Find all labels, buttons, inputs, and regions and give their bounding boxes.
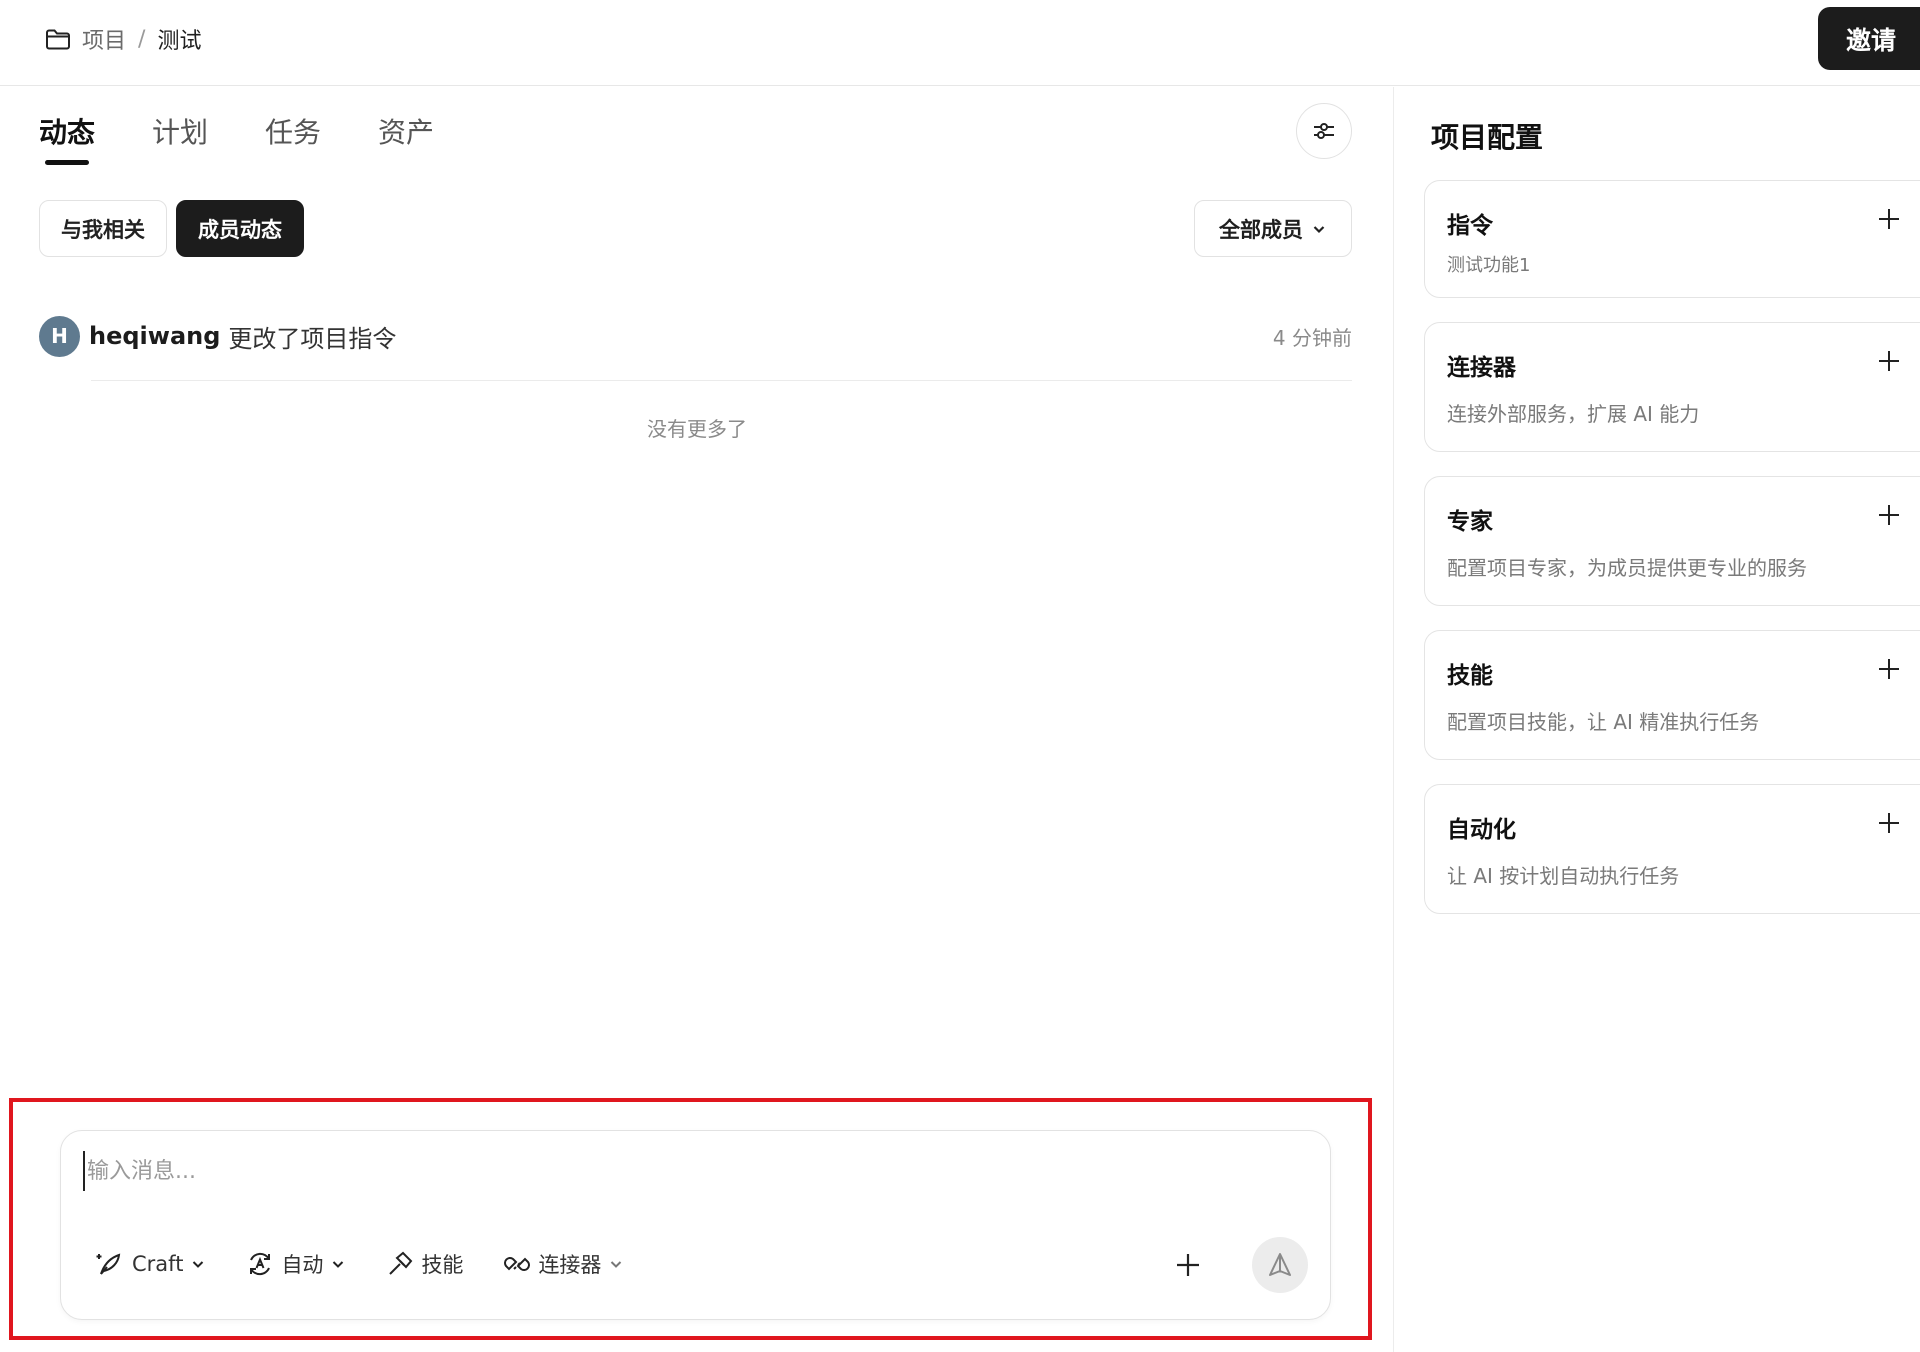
plus-icon[interactable]	[1877, 811, 1901, 835]
breadcrumb-separator: /	[138, 26, 146, 52]
chevron-down-icon	[333, 1261, 344, 1268]
tab-plan[interactable]: 计划	[152, 113, 208, 165]
plus-icon[interactable]	[1877, 349, 1901, 373]
feed-divider	[91, 380, 1352, 381]
feed-end-text: 没有更多了	[647, 417, 747, 441]
skills-label: 技能	[421, 1253, 464, 1277]
chevron-down-icon	[611, 1261, 622, 1268]
card-title: 专家	[1447, 509, 1493, 535]
card-desc: 让 AI 按计划自动执行任务	[1447, 864, 1680, 888]
avatar[interactable]: H	[39, 315, 80, 357]
sliders-icon	[1314, 123, 1334, 139]
config-card-connectors[interactable]: 连接器 连接外部服务，扩展 AI 能力	[1424, 322, 1920, 452]
config-card-instructions[interactable]: 指令 测试功能1	[1424, 180, 1920, 298]
card-title: 技能	[1447, 663, 1493, 689]
composer-toolbar: Craft 自动 技能 连接器	[95, 1249, 664, 1279]
chip-member-activity[interactable]: 成员动态	[176, 200, 304, 257]
filter-chips: 与我相关 成员动态	[39, 200, 304, 257]
config-title: 项目配置	[1431, 121, 1544, 154]
message-input[interactable]	[83, 1151, 1183, 1191]
plug-link-icon	[504, 1257, 531, 1271]
chevron-down-icon	[1313, 225, 1325, 233]
auto-refresh-icon	[250, 1252, 271, 1276]
top-bar: 项目 / 测试 邀请	[0, 0, 1920, 86]
card-title: 指令	[1447, 213, 1493, 239]
breadcrumb-current: 测试	[157, 29, 202, 54]
member-select[interactable]: 全部成员	[1194, 200, 1352, 257]
config-card-automation[interactable]: 自动化 让 AI 按计划自动执行任务	[1424, 784, 1920, 914]
card-desc: 连接外部服务，扩展 AI 能力	[1447, 402, 1700, 426]
send-icon	[1269, 1253, 1291, 1276]
card-title: 自动化	[1447, 817, 1516, 843]
feed-action: 更改了项目指令	[228, 324, 397, 353]
message-composer: Craft 自动 技能 连接器	[60, 1130, 1331, 1320]
send-button[interactable]	[1252, 1237, 1308, 1293]
feed-time: 4 分钟前	[1272, 325, 1352, 350]
member-select-label: 全部成员	[1219, 217, 1303, 242]
breadcrumb: 项目 / 测试	[44, 22, 201, 56]
hammer-icon	[389, 1251, 413, 1275]
invite-button[interactable]: 邀请	[1818, 7, 1920, 70]
card-desc: 配置项目技能，让 AI 精准执行任务	[1447, 710, 1760, 734]
filter-settings-button[interactable]	[1296, 103, 1352, 159]
chip-related-to-me[interactable]: 与我相关	[39, 200, 167, 257]
config-card-experts[interactable]: 专家 配置项目专家，为成员提供更专业的服务	[1424, 476, 1920, 606]
plus-icon[interactable]	[1877, 657, 1901, 681]
folder-icon	[44, 25, 72, 53]
attach-button[interactable]	[1172, 1249, 1204, 1281]
mode-label: Craft	[132, 1252, 184, 1276]
plus-icon[interactable]	[1877, 207, 1901, 231]
feed-item: H heqiwang 更改了项目指令 4 分钟前	[39, 312, 1352, 360]
tab-tasks[interactable]: 任务	[265, 113, 321, 165]
tab-assets[interactable]: 资产	[378, 113, 434, 165]
quill-sparkle-icon	[96, 1253, 121, 1275]
plus-icon	[1177, 1254, 1199, 1276]
mode-select[interactable]: Craft	[95, 1249, 206, 1279]
tab-activity[interactable]: 动态	[39, 113, 95, 165]
breadcrumb-root[interactable]: 项目	[82, 23, 126, 55]
connectors-label: 连接器	[538, 1253, 602, 1277]
connectors-select[interactable]: 连接器	[503, 1249, 624, 1279]
auto-label: 自动	[281, 1253, 324, 1277]
chevron-down-icon	[193, 1261, 204, 1268]
config-card-skills[interactable]: 技能 配置项目技能，让 AI 精准执行任务	[1424, 630, 1920, 760]
skills-button[interactable]: 技能	[386, 1249, 463, 1279]
plus-icon[interactable]	[1877, 503, 1901, 527]
auto-select[interactable]: 自动	[246, 1249, 346, 1279]
feed-user[interactable]: heqiwang	[89, 322, 220, 350]
card-title: 连接器	[1447, 355, 1516, 381]
card-desc: 配置项目专家，为成员提供更专业的服务	[1447, 556, 1807, 580]
card-desc: 测试功能1	[1447, 255, 1531, 276]
tab-bar: 动态 计划 任务 资产	[39, 113, 434, 165]
